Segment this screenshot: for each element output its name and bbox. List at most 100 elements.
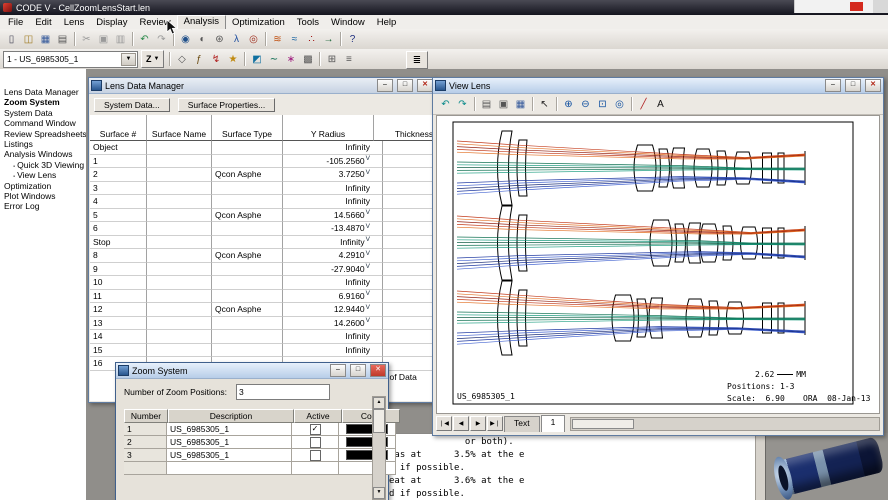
cell-thickness[interactable]: 0.9772 [383,344,434,357]
table-row[interactable]: 10 Infinity 1.5000 [90,276,434,290]
new-file-icon[interactable]: ▯ [3,31,20,47]
scrollbar-thumb[interactable] [572,419,635,429]
focus-icon[interactable]: ƒ [190,51,207,67]
table-row[interactable]: Object Infinity Infinity [90,141,434,155]
menu-edit[interactable]: Edit [29,16,57,29]
cell-surface-type[interactable]: Qcon Asphe [212,303,283,317]
menu-file[interactable]: File [2,16,29,29]
cell-surface-type[interactable] [212,235,283,249]
cell-y-radius[interactable]: 12.9440 V [283,303,383,317]
zoom-out-icon[interactable]: ⊖ [577,96,594,112]
cell-thickness[interactable]: 1.5000 [383,276,434,290]
cell-y-radius[interactable]: 4.2910 V [283,249,383,263]
sidebar-item-optimization[interactable]: Optimization [0,181,86,191]
copy-icon[interactable]: ▣ [95,31,112,47]
cell-y-radius[interactable]: 14.5660 V [283,208,383,222]
cell-surface-name[interactable] [147,222,212,236]
table-row[interactable]: 15 Infinity 0.9772 [90,343,434,357]
zoom-table-row[interactable]: 2 US_6985305_1 [124,436,400,449]
sidebar-item-listings[interactable]: Listings [0,139,86,149]
sidebar-item-command-window[interactable]: Command Window [0,118,86,128]
cell-surface-type[interactable] [212,181,283,195]
sidebar-item-system-data[interactable]: System Data [0,108,86,118]
cell-surface-name[interactable] [147,235,212,249]
cell-zoom-description[interactable]: US_6985305_1 [167,423,292,436]
minimize-button[interactable]: – [330,364,346,377]
quick-3d-viewing-panel[interactable] [765,433,888,500]
select-pointer-icon[interactable]: ↖ [536,96,553,112]
cell-y-radius[interactable]: -27.9040 V [283,262,383,276]
mtf-icon[interactable]: ≈ [286,31,303,47]
table-row[interactable]: 4 Infinity 7.3950 [90,195,434,209]
zoom-fit-icon[interactable]: ◎ [611,96,628,112]
cell-surface-number[interactable]: 11 [90,289,147,303]
sidebar-item-lens-data-manager[interactable]: Lens Data Manager [0,87,86,97]
minimize-button[interactable]: – [825,79,841,92]
menu-help[interactable]: Help [371,16,403,29]
cell-thickness[interactable]: 1.7000 [383,168,434,182]
ray-fan-icon[interactable]: ≋ [269,31,286,47]
table-row[interactable]: 6-13.4870V1.0000 [90,222,434,236]
save-file-icon[interactable]: ▦ [37,31,54,47]
help-icon[interactable]: ? [344,31,361,47]
cell-thickness[interactable]: Infinity [383,141,434,155]
zoom-table-row[interactable]: 1 US_6985305_1 ✓ [124,423,400,436]
column-header-y-radius[interactable]: Y Radius [283,115,374,141]
cell-zoom-color[interactable] [339,449,396,462]
cell-y-radius[interactable]: -105.2560 V [283,154,383,168]
page-next-icon[interactable]: ▶ [470,416,486,431]
cell-surface-number[interactable]: 10 [90,276,147,290]
cell-y-radius[interactable]: Infinity [283,343,383,357]
text-output-window[interactable]: or both). eas at 3.5% at the e d if possib… [385,433,760,500]
column-header-surface-name[interactable]: Surface Name [147,115,212,141]
column-header-surface-type[interactable]: Surface Type [212,115,283,141]
sidebar-item-review-spreadsheets[interactable]: Review Spreadsheets [0,129,86,139]
macro-icon[interactable]: ≡ [340,51,357,67]
cell-zoom-active[interactable] [292,449,339,462]
checkbox-checked[interactable]: ✓ [309,423,321,435]
cell-zoom-number[interactable]: 2 [124,436,167,449]
cell-y-radius[interactable]: Infinity [283,330,383,344]
maximize-button[interactable]: □ [845,79,861,92]
system-data-button[interactable]: System Data... [94,98,170,112]
cell-zoom-color[interactable] [339,462,396,475]
chevron-down-icon[interactable]: ▼ [121,52,136,66]
zoom-window-icon[interactable]: ⊡ [594,96,611,112]
ray-trace-icon[interactable]: → [320,31,337,47]
surface-properties-button[interactable]: Surface Properties... [177,98,276,112]
cell-surface-name[interactable] [147,343,212,357]
cell-zoom-description[interactable]: US_6985305_1 [167,449,292,462]
table-row[interactable]: 9-27.9040V0.8000 [90,262,434,276]
system-data-icon[interactable]: ⊛ [211,31,228,47]
cell-surface-name[interactable] [147,276,212,290]
favorites-icon[interactable]: ★ [224,51,241,67]
cell-surface-type[interactable]: Qcon Asphe [212,249,283,263]
cut-icon[interactable]: ✂ [78,31,95,47]
table-row[interactable]: 116.9160V0.9000 [90,289,434,303]
page-first-icon[interactable]: ❘◀ [436,416,452,431]
save-view-icon[interactable]: ▦ [512,96,529,112]
quick-analysis-icon[interactable]: ↯ [207,51,224,67]
maximize-button[interactable]: □ [350,364,366,377]
scrollbar-thumb[interactable] [373,409,385,433]
cell-zoom-active[interactable]: ✓ [292,423,339,436]
table-row[interactable]: 2Qcon Asphe3.7250V1.7000 [90,168,434,182]
zoom-position-combo[interactable]: 1 - US_6985305_1 ▼ [3,50,138,68]
cell-thickness[interactable]: 1.8000 [383,182,434,195]
cell-surface-number[interactable]: Object [90,141,147,155]
cell-surface-name[interactable] [147,316,212,330]
horizontal-scrollbar[interactable] [570,417,880,431]
menu-tools[interactable]: Tools [291,16,325,29]
zoom-system-titlebar[interactable]: Zoom System – □ ✕ [116,363,388,379]
print-icon[interactable]: ▤ [54,31,71,47]
sidebar-item-analysis-windows[interactable]: Analysis Windows [0,149,86,159]
tab-1[interactable]: 1 [540,415,566,432]
cell-zoom-number[interactable]: 3 [124,449,167,462]
illumination-icon[interactable]: ▩ [299,51,316,67]
cell-thickness[interactable]: 0.8000 [383,263,434,276]
cell-surface-number[interactable]: 14 [90,330,147,344]
draw-line-icon[interactable]: ╱ [635,96,652,112]
cell-y-radius[interactable]: -13.4870 V [283,222,383,236]
table-row[interactable]: 1314.2600V0.8850 [90,316,434,330]
lens-data-icon[interactable]: ◉ [177,31,194,47]
